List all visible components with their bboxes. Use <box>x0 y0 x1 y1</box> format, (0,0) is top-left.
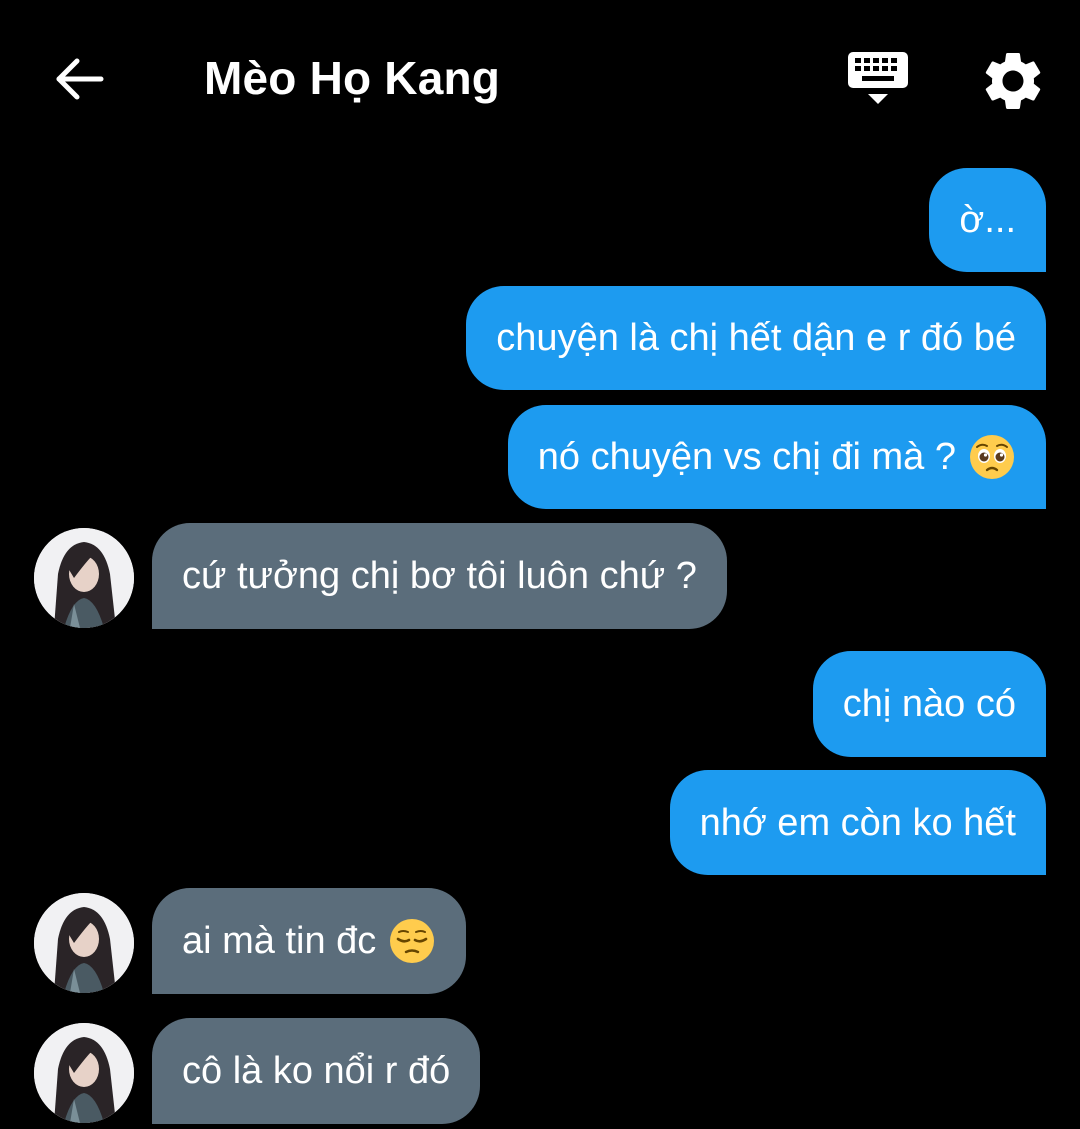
message-text: cô là ko nổi r đó <box>182 1050 451 1092</box>
contact-avatar[interactable] <box>34 528 134 628</box>
message-text: ai mà tin đc <box>182 920 377 962</box>
incoming-message[interactable]: ai mà tin đc <box>152 888 467 994</box>
keyboard-icon <box>848 52 908 104</box>
outgoing-message[interactable]: nó chuyện vs chị đi mà ? <box>507 405 1046 509</box>
contact-avatar[interactable] <box>34 1023 134 1123</box>
settings-button[interactable] <box>978 46 1048 116</box>
pleading-face-emoji <box>970 435 1014 479</box>
avatar-image <box>34 893 134 993</box>
keyboard-toggle-button[interactable] <box>844 48 912 112</box>
message-text: chuyện là chị hết dận e r đó bé <box>496 317 1016 359</box>
contact-avatar[interactable] <box>34 893 134 993</box>
outgoing-message[interactable]: ờ... <box>929 168 1046 272</box>
message-text: nhớ em còn ko hết <box>699 801 1016 844</box>
avatar-image <box>34 1023 134 1123</box>
chat-header: Mèo Họ Kang <box>0 0 1080 150</box>
back-button[interactable] <box>44 46 114 112</box>
outgoing-message[interactable]: chị nào có <box>812 651 1046 757</box>
pensive-face-emoji <box>390 919 435 963</box>
avatar-image <box>34 528 134 628</box>
message-text: chị nào có <box>842 683 1016 725</box>
message-text: ờ... <box>959 199 1016 241</box>
outgoing-message[interactable]: chuyện là chị hết dận e r đó bé <box>466 286 1046 390</box>
message-text: nó chuyện vs chị đi mà ? <box>537 436 956 478</box>
incoming-message[interactable]: cứ tưởng chị bơ tôi luôn chứ ? <box>152 523 727 629</box>
conversation-title: Mèo Họ Kang <box>204 52 501 104</box>
message-text: cứ tưởng chị bơ tôi luôn chứ ? <box>182 555 697 597</box>
outgoing-message[interactable]: nhớ em còn ko hết <box>669 770 1046 875</box>
incoming-message[interactable]: cô là ko nổi r đó <box>152 1018 481 1124</box>
arrow-left-icon <box>56 58 104 100</box>
gear-icon <box>985 52 1041 109</box>
